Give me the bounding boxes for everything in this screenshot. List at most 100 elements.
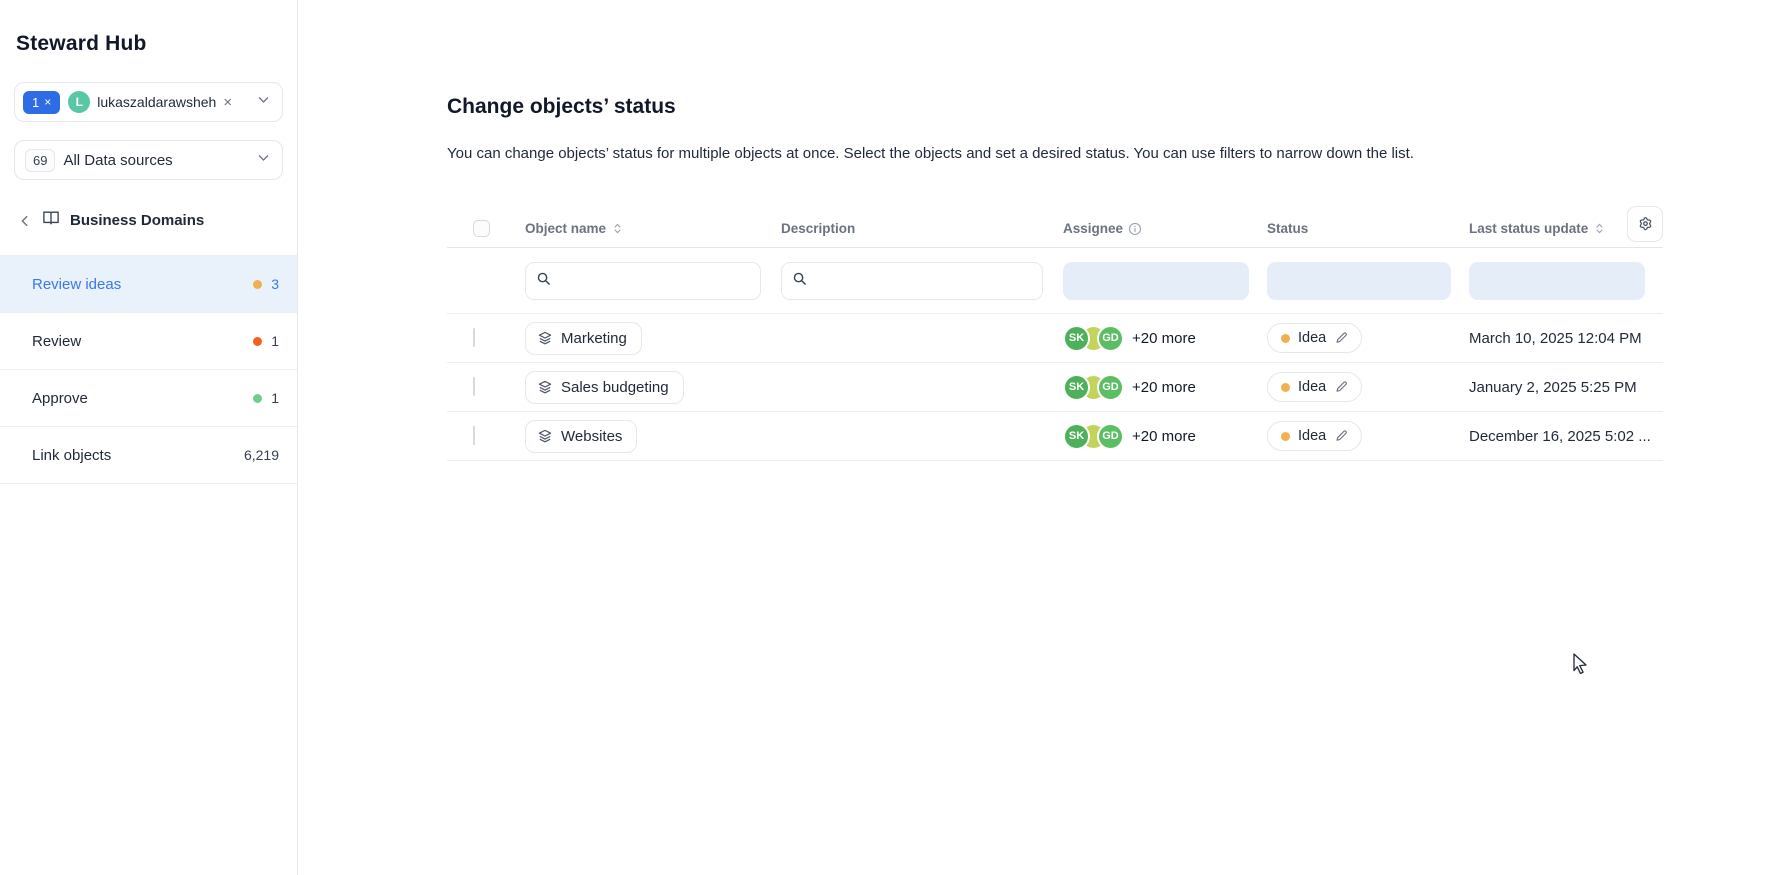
status-label: Idea: [1298, 330, 1326, 346]
sidebar-item-review-ideas[interactable]: Review ideas 3: [0, 256, 297, 313]
object-name-search-input[interactable]: [557, 273, 750, 289]
status-badge: Idea: [1267, 372, 1362, 402]
status-dot: [253, 280, 262, 289]
avatar: GD: [1097, 325, 1124, 352]
item-count: 6,219: [244, 447, 279, 463]
sidebar-item-approve[interactable]: Approve 1: [0, 370, 297, 427]
search-icon: [536, 271, 551, 291]
column-header-description: Description: [781, 221, 1063, 236]
avatar: SK: [1063, 423, 1090, 450]
assignee-filter[interactable]: [1063, 262, 1249, 300]
main-area: Change objects’ status You can change ob…: [298, 0, 1775, 875]
avatar: L: [68, 91, 90, 113]
page-title: Change objects’ status: [447, 95, 1775, 119]
user-filter-name: lukaszaldarawsheh: [97, 94, 216, 110]
page-description: You can change objects’ status for multi…: [447, 145, 1447, 162]
layers-icon: [537, 379, 553, 395]
description-search[interactable]: [781, 262, 1043, 300]
status-dot: [1281, 334, 1290, 343]
table-filter-row: [447, 248, 1663, 314]
user-filter-dropdown[interactable]: 1 × L lukaszaldarawsheh ×: [14, 82, 283, 122]
more-assignees-label[interactable]: +20 more: [1132, 428, 1196, 445]
more-assignees-label[interactable]: +20 more: [1132, 379, 1196, 396]
status-dot: [1281, 383, 1290, 392]
sidebar-nav: Review ideas 3 Review 1 Approve 1 Link o…: [0, 255, 297, 484]
sort-icon[interactable]: [1593, 222, 1606, 235]
status-badge: Idea: [1267, 421, 1362, 451]
sidebar-item-label: Review ideas: [32, 276, 121, 293]
filter-count-chip[interactable]: 1 ×: [23, 91, 60, 114]
select-all-checkbox[interactable]: [473, 220, 490, 237]
edit-status-icon[interactable]: [1334, 331, 1348, 345]
last-update-cell: December 16, 2025 5:02 ...: [1469, 428, 1663, 445]
object-chip[interactable]: Sales budgeting: [525, 371, 684, 404]
status-label: Idea: [1298, 428, 1326, 444]
datasource-count-badge: 69: [25, 149, 55, 172]
book-icon: [42, 210, 60, 231]
app-title: Steward Hub: [0, 0, 297, 56]
column-header-assignee: Assignee: [1063, 221, 1267, 236]
section-title: Business Domains: [70, 212, 204, 229]
status-dot: [253, 337, 262, 346]
table-settings-button[interactable]: [1627, 206, 1663, 242]
edit-status-icon[interactable]: [1334, 380, 1348, 394]
status-filter[interactable]: [1267, 262, 1451, 300]
business-domains-header: Business Domains: [18, 210, 283, 231]
object-name: Websites: [561, 428, 622, 445]
avatar-stack[interactable]: SK GD: [1063, 423, 1124, 450]
sidebar-item-label: Review: [32, 333, 81, 350]
info-icon[interactable]: [1128, 222, 1142, 236]
assignee-cell: SK GD +20 more: [1063, 374, 1267, 401]
object-name: Marketing: [561, 330, 627, 347]
status-dot: [253, 394, 262, 403]
sidebar: Steward Hub 1 × L lukaszaldarawsheh × 69…: [0, 0, 298, 875]
sidebar-item-label: Link objects: [32, 447, 111, 464]
sidebar-item-link-objects[interactable]: Link objects 6,219: [0, 427, 297, 484]
object-chip[interactable]: Marketing: [525, 322, 642, 355]
user-filter-token: L lukaszaldarawsheh ×: [68, 91, 232, 113]
item-count: 3: [271, 276, 279, 292]
avatar-stack[interactable]: SK GD: [1063, 374, 1124, 401]
search-icon: [792, 271, 807, 291]
chevron-down-icon[interactable]: [257, 151, 270, 169]
object-name: Sales budgeting: [561, 379, 669, 396]
table-header-row: Object name Description Assignee: [447, 210, 1663, 248]
status-label: Idea: [1298, 379, 1326, 395]
table-row: Sales budgeting SK GD +20 more: [447, 363, 1663, 412]
row-checkbox[interactable]: [473, 328, 475, 347]
mouse-cursor: [1570, 652, 1592, 681]
avatar-stack[interactable]: SK GD: [1063, 325, 1124, 352]
object-chip[interactable]: Websites: [525, 420, 637, 453]
column-header-status: Status: [1267, 221, 1469, 236]
more-assignees-label[interactable]: +20 more: [1132, 330, 1196, 347]
filter-count: 1: [32, 95, 39, 110]
datasource-filter-label: All Data sources: [63, 152, 172, 169]
edit-status-icon[interactable]: [1334, 429, 1348, 443]
last-update-filter[interactable]: [1469, 262, 1645, 300]
layers-icon: [537, 330, 553, 346]
object-name-search[interactable]: [525, 262, 761, 300]
remove-user-filter-icon[interactable]: ×: [223, 94, 232, 111]
description-search-input[interactable]: [813, 273, 1032, 289]
table-row: Marketing SK GD +20 more: [447, 314, 1663, 363]
app-window: Steward Hub 1 × L lukaszaldarawsheh × 69…: [0, 0, 1775, 875]
datasource-filter-dropdown[interactable]: 69 All Data sources: [14, 140, 283, 180]
avatar: SK: [1063, 374, 1090, 401]
row-checkbox[interactable]: [473, 377, 475, 396]
back-chevron-icon[interactable]: [18, 214, 32, 228]
avatar: SK: [1063, 325, 1090, 352]
column-header-object-name[interactable]: Object name: [525, 221, 781, 236]
assignee-cell: SK GD +20 more: [1063, 325, 1267, 352]
chevron-down-icon[interactable]: [257, 93, 270, 111]
assignee-cell: SK GD +20 more: [1063, 423, 1267, 450]
sidebar-item-label: Approve: [32, 390, 88, 407]
last-update-cell: January 2, 2025 5:25 PM: [1469, 379, 1663, 396]
sort-icon[interactable]: [611, 222, 624, 235]
clear-filters-icon[interactable]: ×: [44, 95, 51, 109]
item-count: 1: [271, 390, 279, 406]
status-badge: Idea: [1267, 323, 1362, 353]
row-checkbox[interactable]: [473, 426, 475, 445]
status-dot: [1281, 432, 1290, 441]
sidebar-item-review[interactable]: Review 1: [0, 313, 297, 370]
last-update-cell: March 10, 2025 12:04 PM: [1469, 330, 1663, 347]
